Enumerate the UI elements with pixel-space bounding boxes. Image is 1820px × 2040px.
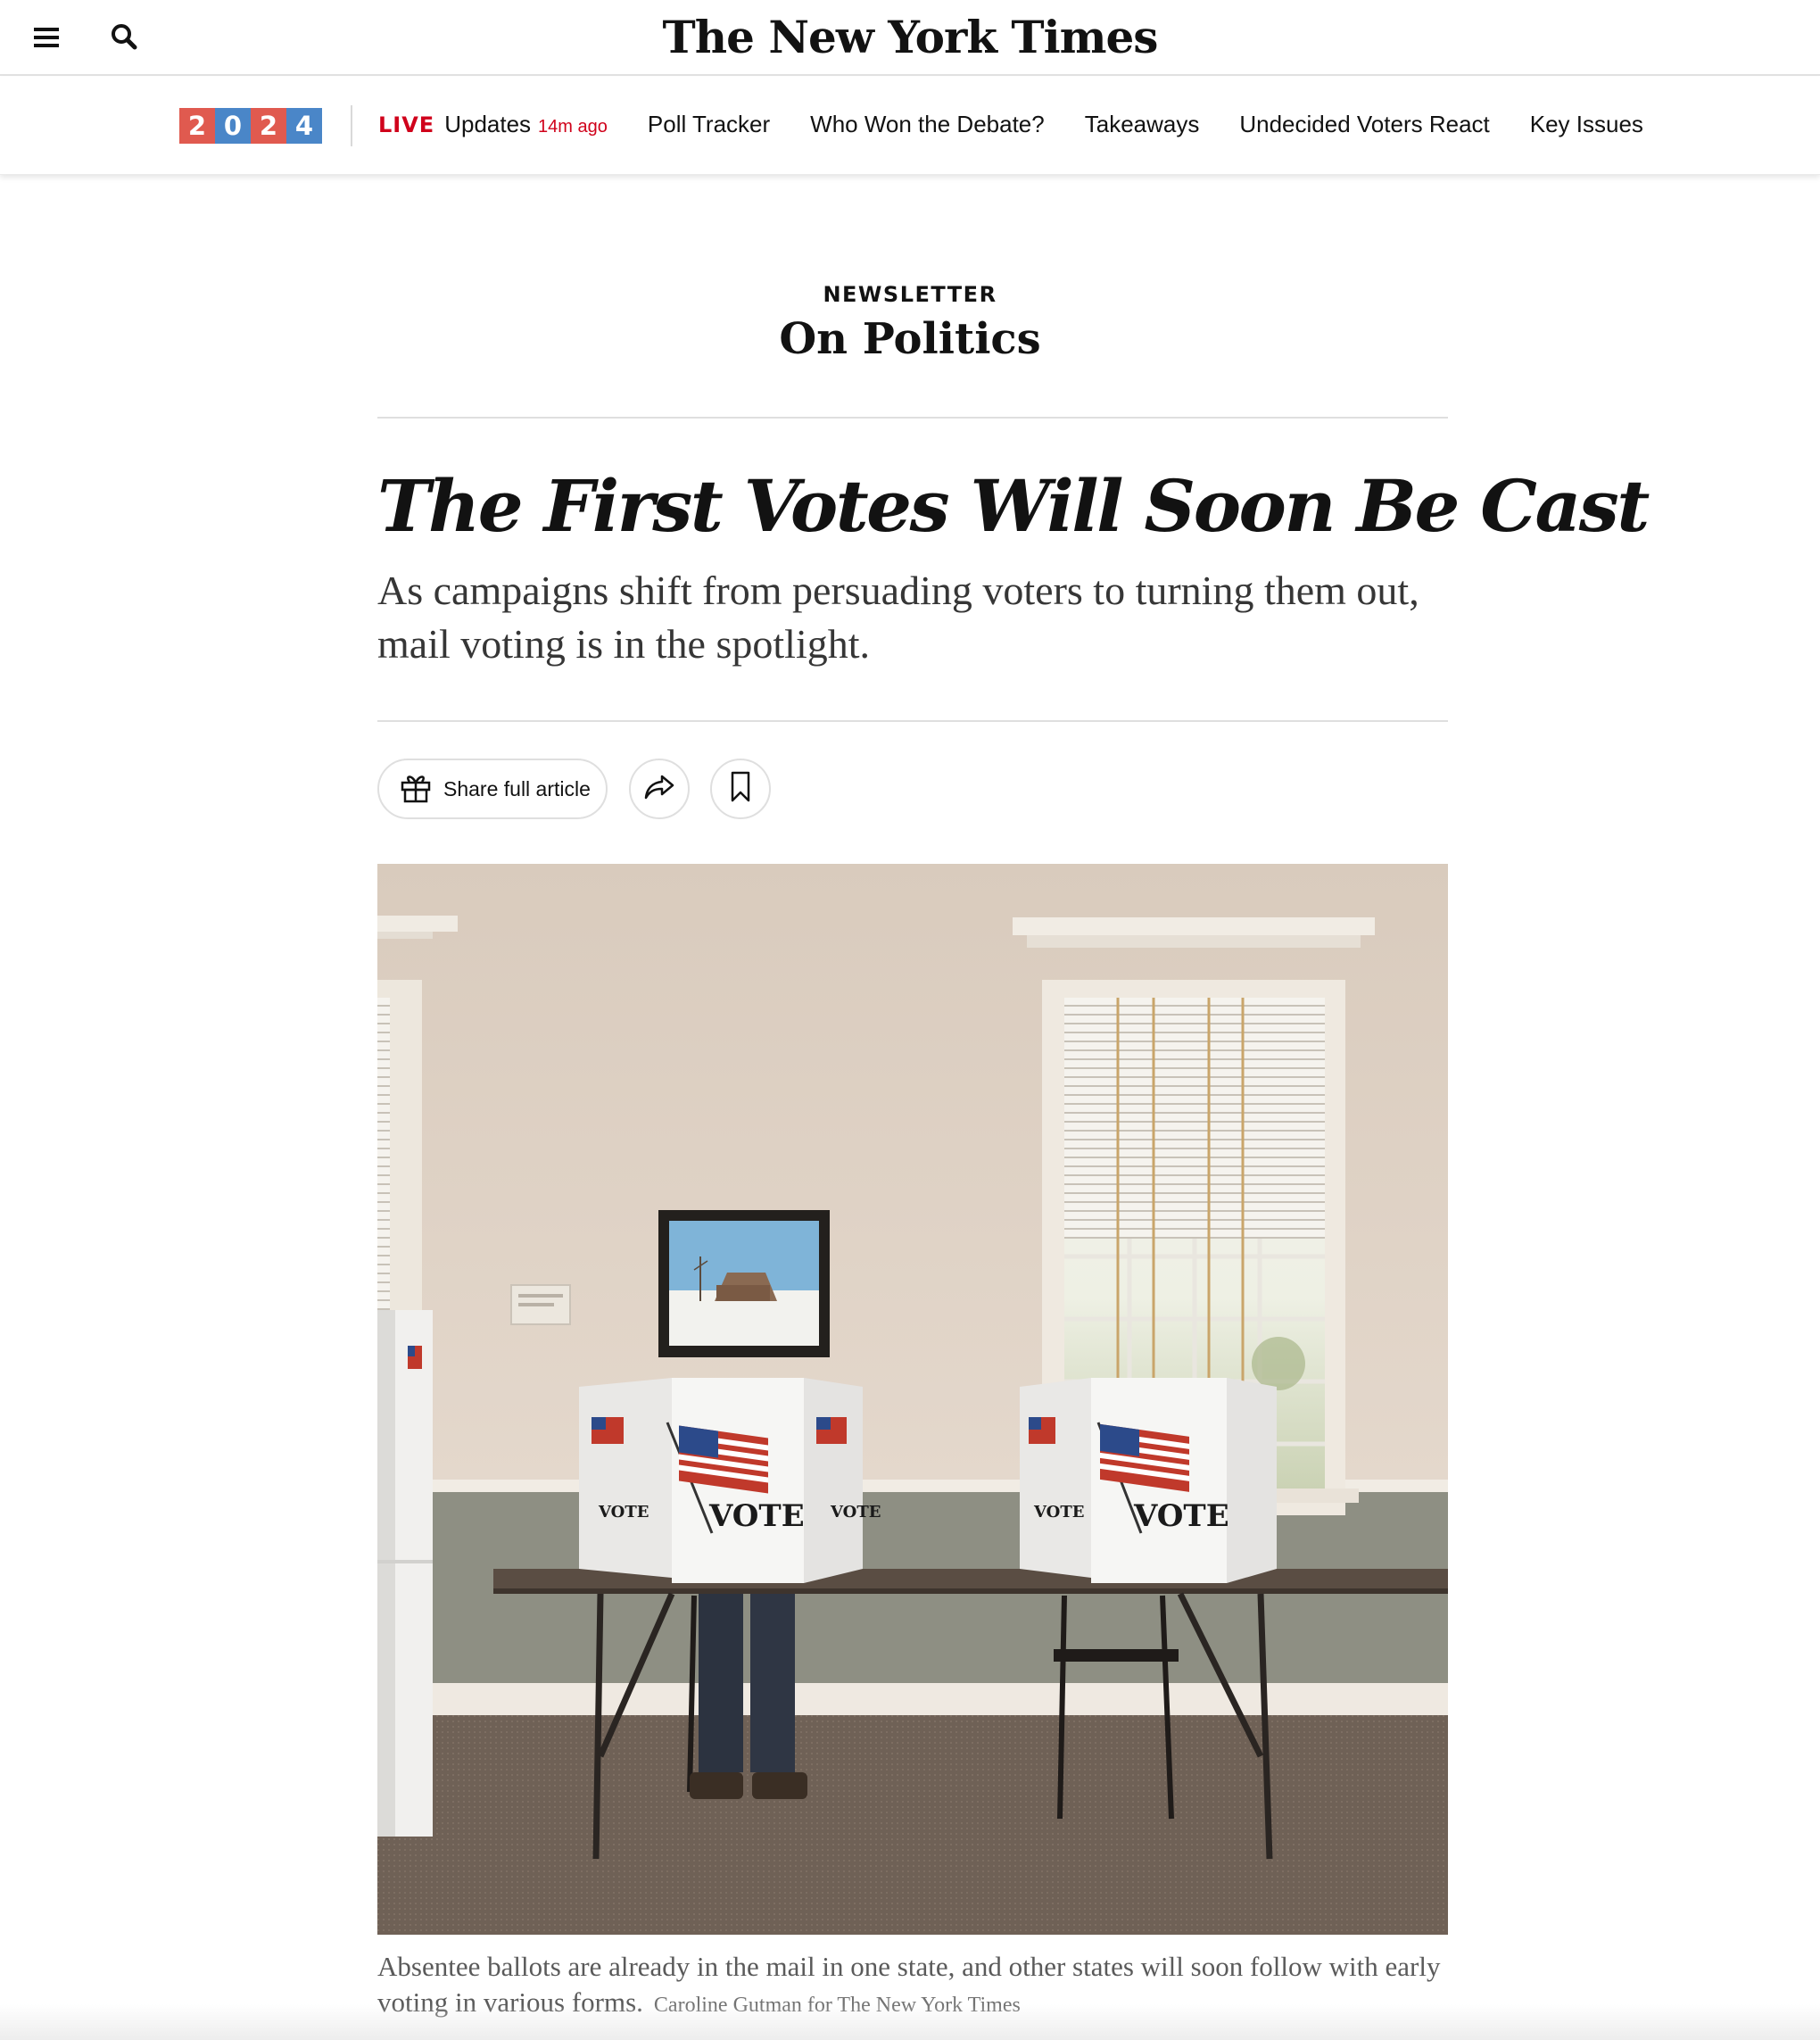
share-arrow-button[interactable] bbox=[629, 759, 690, 819]
vote-label: VOTE bbox=[1033, 1503, 1084, 1522]
nav-item-live-updates[interactable]: LIVE Updates 14m ago bbox=[378, 111, 608, 138]
newsletter-kicker: NEWSLETTER bbox=[823, 282, 997, 307]
summary-divider bbox=[377, 720, 1448, 722]
vote-label: VOTE bbox=[830, 1503, 881, 1522]
article-headline: The First Votes Will Soon Be Cast bbox=[377, 464, 1650, 548]
year-digit: 0 bbox=[215, 108, 251, 144]
share-button-label: Share full article bbox=[443, 776, 591, 800]
year-digit: 4 bbox=[286, 108, 322, 144]
vote-label: VOTE bbox=[708, 1498, 805, 1534]
bookmark-icon bbox=[728, 770, 753, 809]
nav-item-key-issues[interactable]: Key Issues bbox=[1530, 111, 1643, 138]
gift-icon bbox=[399, 770, 433, 809]
vote-label: VOTE bbox=[598, 1503, 649, 1522]
nav-divider bbox=[351, 105, 352, 146]
photo-credit: Caroline Gutman for The New York Times bbox=[653, 1994, 1021, 2017]
nyt-logo[interactable]: The New York Times bbox=[0, 11, 1820, 63]
nav-item-poll-tracker[interactable]: Poll Tracker bbox=[648, 111, 770, 138]
newsletter-name[interactable]: On Politics bbox=[0, 314, 1820, 364]
nav-item-undecided-voters[interactable]: Undecided Voters React bbox=[1239, 111, 1489, 138]
photo-caption: Absentee ballots are already in the mail… bbox=[377, 1949, 1448, 2023]
nav-items: LIVE Updates 14m ago Poll Tracker Who Won … bbox=[378, 111, 1684, 138]
share-full-article-button[interactable]: Share full article bbox=[377, 759, 608, 819]
year-digit: 2 bbox=[179, 108, 215, 144]
lead-photo: VOTE VOTE VOTE VOTE VOTE bbox=[377, 864, 1448, 1935]
bookmark-button[interactable] bbox=[710, 759, 771, 819]
live-timestamp: 14m ago bbox=[538, 117, 608, 137]
masthead: The New York Times bbox=[0, 0, 1820, 76]
live-updates-text: Updates bbox=[444, 111, 532, 137]
live-label: LIVE bbox=[378, 112, 435, 137]
share-arrow-icon bbox=[642, 772, 676, 807]
vote-label: VOTE bbox=[1133, 1498, 1229, 1534]
header-divider bbox=[377, 417, 1448, 419]
nav-item-who-won-debate[interactable]: Who Won the Debate? bbox=[810, 111, 1045, 138]
year-digit: 2 bbox=[251, 108, 286, 144]
election-2024-badge[interactable]: 2 0 2 4 bbox=[179, 108, 322, 144]
nav-item-takeaways[interactable]: Takeaways bbox=[1085, 111, 1200, 138]
election-nav-bar: 2 0 2 4 LIVE Updates 14m ago Poll Tracker … bbox=[0, 77, 1820, 175]
article-summary: As campaigns shift from persuading voter… bbox=[377, 568, 1419, 667]
